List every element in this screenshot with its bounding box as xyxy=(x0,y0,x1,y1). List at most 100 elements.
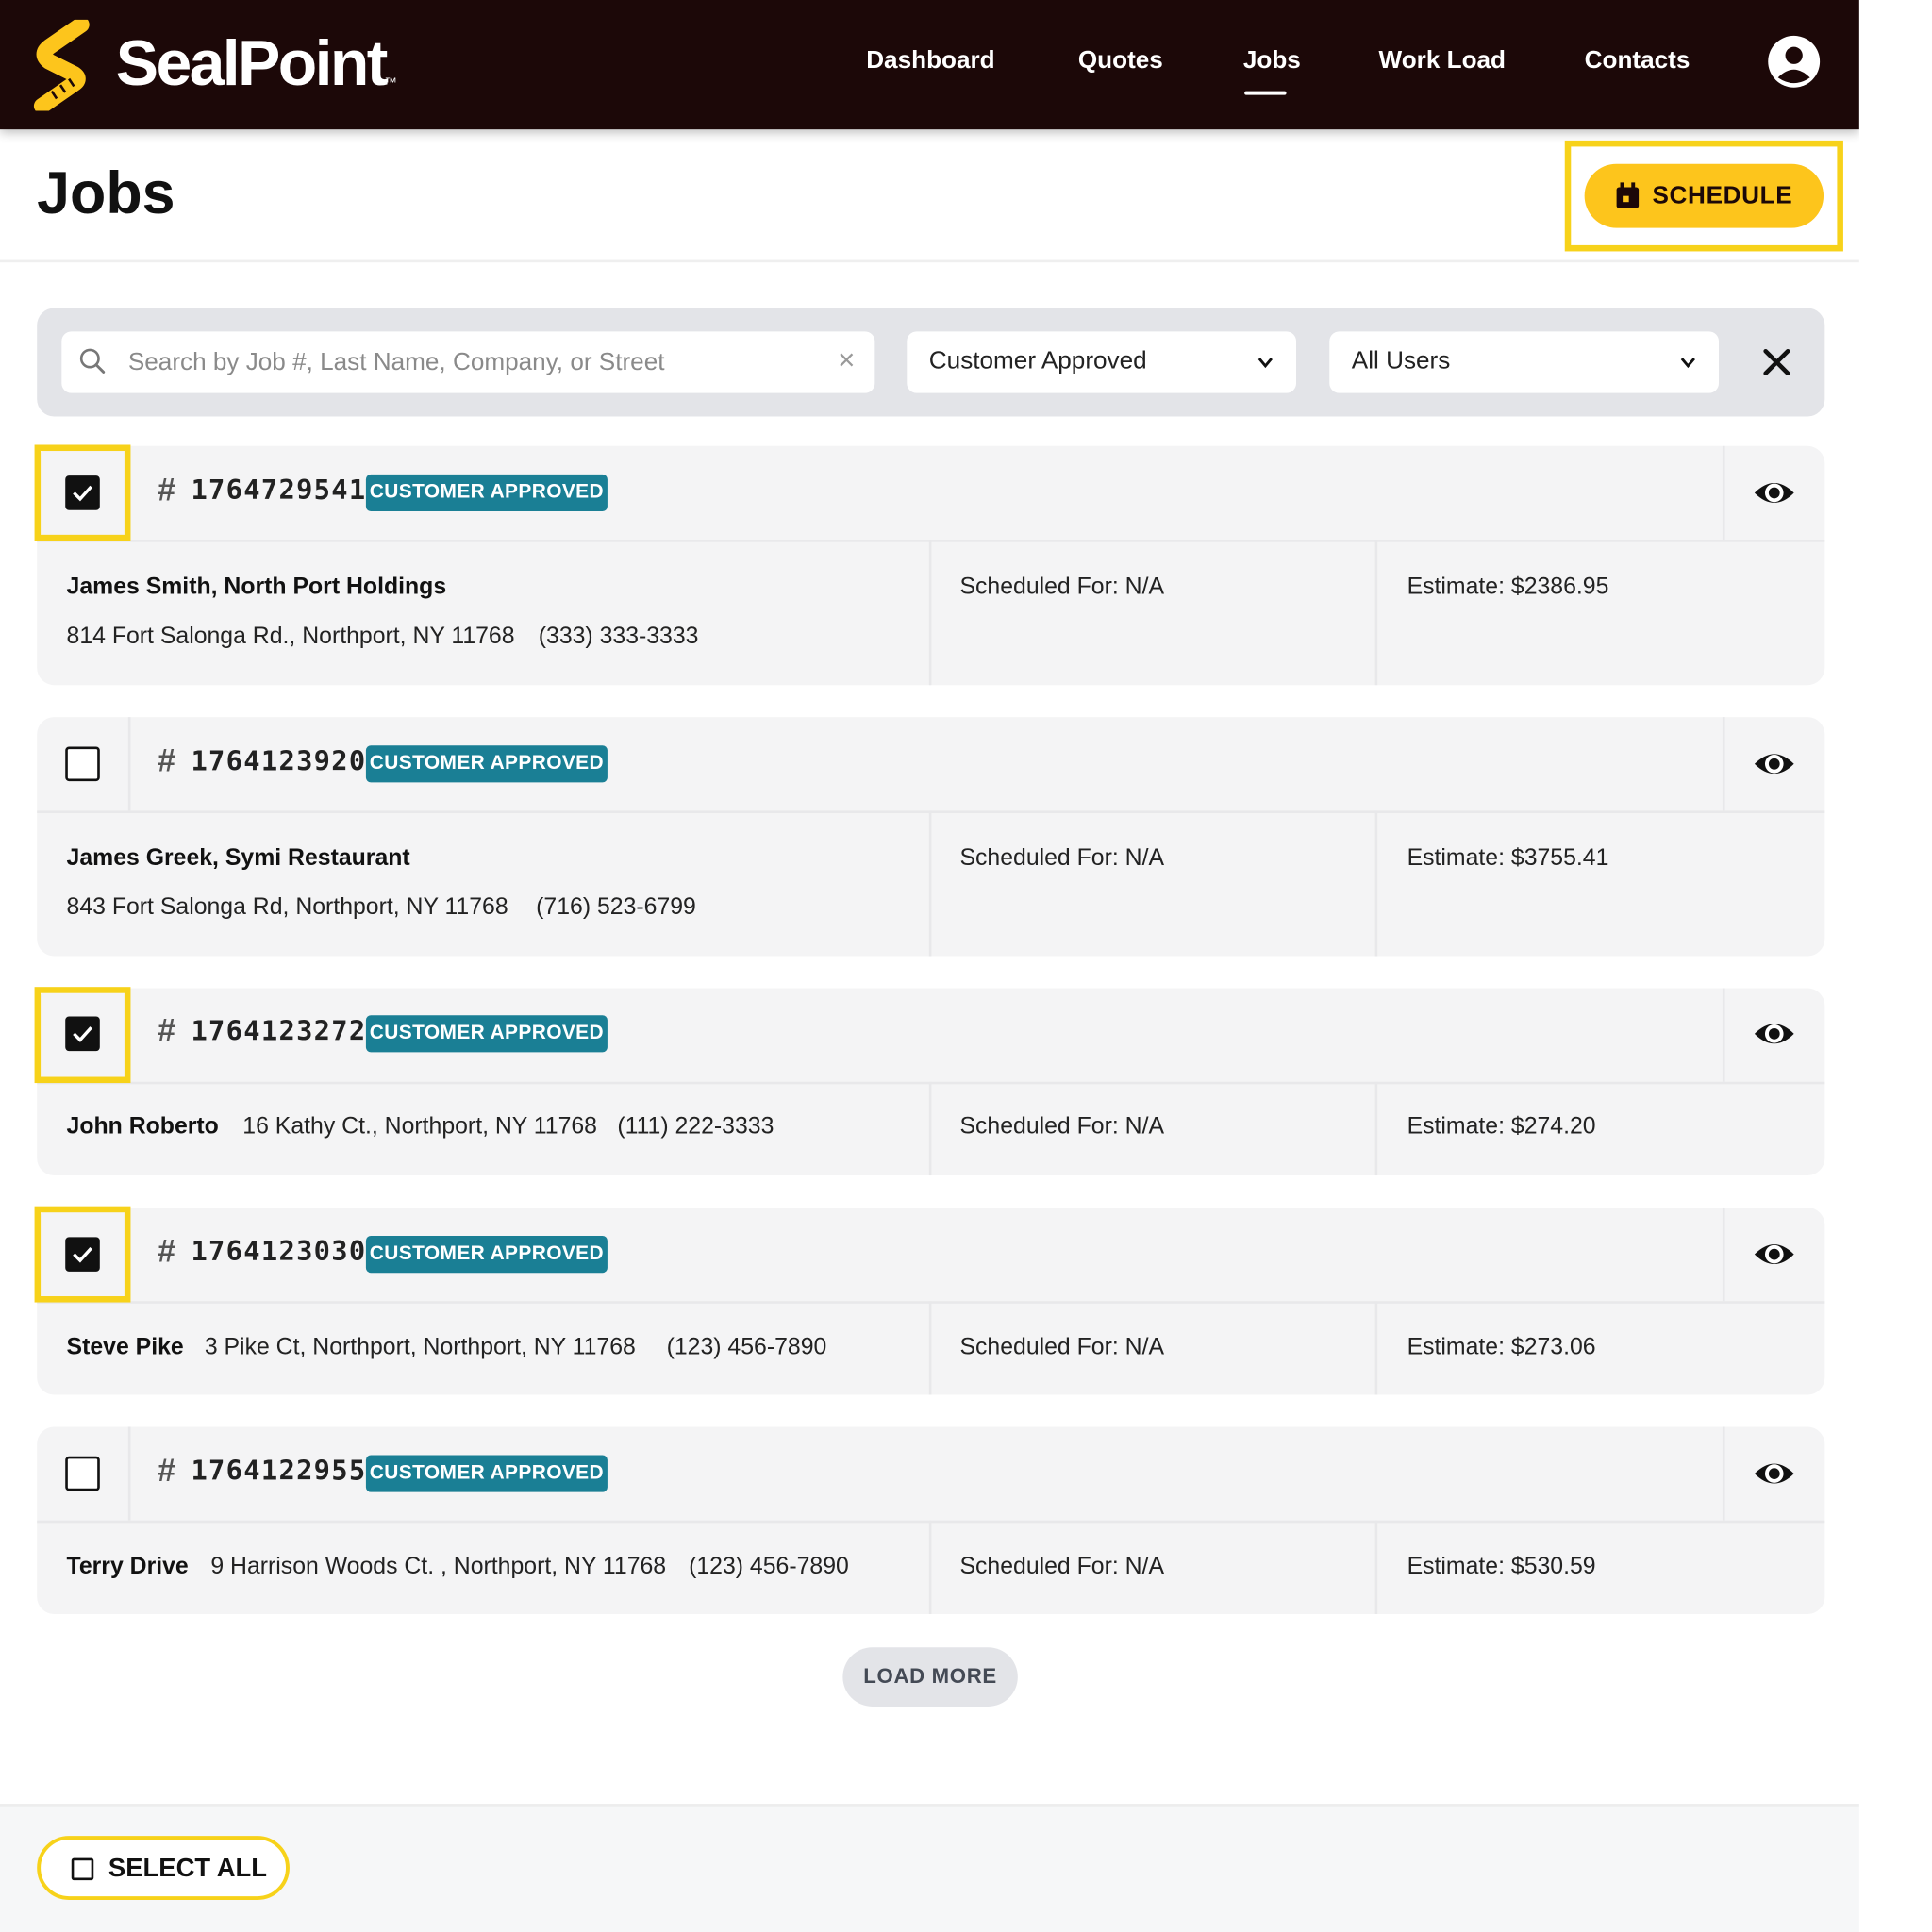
customer-phone: (716) 523-6799 xyxy=(536,894,696,921)
eye-icon[interactable] xyxy=(1752,1017,1796,1052)
card-divider xyxy=(928,1520,932,1614)
job-number[interactable]: 1764123920 xyxy=(191,746,366,777)
eye-icon[interactable] xyxy=(1752,1457,1796,1491)
user-filter-value: All Users xyxy=(1351,347,1451,375)
card-divider xyxy=(1722,988,1725,1082)
nav-jobs[interactable]: Jobs xyxy=(1243,47,1301,75)
estimate: Estimate: $2386.95 xyxy=(1407,574,1609,601)
load-more-button[interactable]: LOAD MORE xyxy=(842,1647,1018,1707)
hash-icon: # xyxy=(158,1232,176,1270)
customer-name: Steve Pike xyxy=(66,1334,184,1360)
status-badge: CUSTOMER APPROVED xyxy=(365,745,608,783)
brand-name: SealPoint xyxy=(115,28,389,100)
scheduled-for: Scheduled For: N/A xyxy=(959,574,1165,601)
chevron-down-icon xyxy=(1680,358,1695,369)
card-divider xyxy=(1374,1301,1378,1395)
customer-name: John Roberto xyxy=(66,1113,219,1141)
customer-address: 843 Fort Salonga Rd, Northport, NY 11768 xyxy=(66,894,508,921)
eye-icon[interactable] xyxy=(1752,475,1796,510)
checkbox-icon xyxy=(71,1857,94,1881)
brand-trademark: ™ xyxy=(384,75,397,91)
schedule-label: SCHEDULE xyxy=(1652,181,1793,209)
sealpoint-logo-icon xyxy=(33,19,90,111)
hash-icon: # xyxy=(158,470,176,508)
card-divider xyxy=(928,1301,932,1395)
job-number[interactable]: 1764123272 xyxy=(191,1017,366,1048)
scheduled-for: Scheduled For: N/A xyxy=(959,844,1165,872)
customer-name: Terry Drive xyxy=(66,1553,189,1580)
job-number[interactable]: 1764123030 xyxy=(191,1237,366,1268)
page-margin xyxy=(1858,0,1904,1932)
search-icon xyxy=(79,348,106,374)
job-checkbox[interactable] xyxy=(65,1237,100,1272)
select-all-label: SELECT ALL xyxy=(108,1854,268,1883)
status-badge: CUSTOMER APPROVED xyxy=(365,1236,608,1274)
checkmark-icon xyxy=(73,485,92,502)
card-divider xyxy=(1374,810,1378,957)
search-box[interactable]: × xyxy=(61,331,875,393)
customer-phone: (123) 456-7890 xyxy=(689,1553,849,1580)
nav-active-indicator xyxy=(1244,91,1287,95)
card-divider xyxy=(1722,1426,1725,1521)
card-divider xyxy=(928,540,932,686)
scheduled-for: Scheduled For: N/A xyxy=(959,1334,1165,1360)
nav-quotes[interactable]: Quotes xyxy=(1078,47,1163,75)
job-checkbox[interactable] xyxy=(65,1016,100,1052)
customer-phone: (333) 333-3333 xyxy=(538,623,699,650)
status-filter-select[interactable]: Customer Approved xyxy=(907,331,1297,393)
chevron-down-icon xyxy=(1257,358,1273,369)
estimate: Estimate: $273.06 xyxy=(1407,1334,1596,1360)
select-all-button[interactable]: SELECT ALL xyxy=(37,1836,290,1901)
clear-filters-icon[interactable] xyxy=(1759,345,1794,380)
nav-work-load[interactable]: Work Load xyxy=(1379,47,1506,75)
hash-icon: # xyxy=(158,1011,176,1049)
estimate: Estimate: $3755.41 xyxy=(1407,844,1609,872)
page-title: Jobs xyxy=(37,161,175,227)
status-badge: CUSTOMER APPROVED xyxy=(365,1455,608,1492)
card-divider xyxy=(1374,1081,1378,1176)
scheduled-for: Scheduled For: N/A xyxy=(959,1113,1165,1141)
job-number[interactable]: 1764729541 xyxy=(191,475,366,507)
hash-icon: # xyxy=(158,1451,176,1489)
estimate: Estimate: $530.59 xyxy=(1407,1553,1596,1580)
eye-icon[interactable] xyxy=(1752,1237,1796,1272)
scheduled-for: Scheduled For: N/A xyxy=(959,1553,1165,1580)
job-card xyxy=(37,1426,1825,1614)
job-card xyxy=(37,1207,1825,1395)
job-checkbox[interactable] xyxy=(65,1456,100,1491)
search-input[interactable] xyxy=(125,341,816,384)
nav-dashboard[interactable]: Dashboard xyxy=(866,47,994,75)
job-number[interactable]: 1764122955 xyxy=(191,1457,366,1488)
status-badge: CUSTOMER APPROVED xyxy=(365,1015,608,1053)
search-clear-icon[interactable]: × xyxy=(838,343,855,378)
schedule-button[interactable]: SCHEDULE xyxy=(1584,163,1824,228)
job-checkbox[interactable] xyxy=(65,746,100,782)
customer-phone: (123) 456-7890 xyxy=(666,1334,827,1360)
header-divider xyxy=(0,259,1859,263)
estimate: Estimate: $274.20 xyxy=(1407,1113,1596,1141)
nav-contacts[interactable]: Contacts xyxy=(1585,47,1690,75)
customer-address: 9 Harrison Woods Ct. , Northport, NY 117… xyxy=(210,1553,667,1580)
card-divider xyxy=(928,1081,932,1176)
card-divider xyxy=(1722,717,1725,811)
checkmark-icon xyxy=(73,1026,92,1042)
user-filter-select[interactable]: All Users xyxy=(1329,331,1720,393)
screen: SealPoint ™ Dashboard Quotes Jobs Work L… xyxy=(0,0,1932,1932)
checkmark-icon xyxy=(73,1246,92,1263)
user-circle-icon[interactable] xyxy=(1767,35,1821,89)
status-badge: CUSTOMER APPROVED xyxy=(365,474,608,512)
customer-address: 16 Kathy Ct., Northport, NY 11768 xyxy=(242,1113,597,1141)
customer-name: James Greek, Symi Restaurant xyxy=(66,844,410,872)
customer-name: James Smith, North Port Holdings xyxy=(66,574,447,601)
calendar-icon xyxy=(1616,182,1640,208)
card-divider xyxy=(1722,445,1725,541)
card-divider xyxy=(928,810,932,957)
job-checkbox[interactable] xyxy=(65,475,100,510)
customer-address: 3 Pike Ct, Northport, Northport, NY 1176… xyxy=(204,1334,636,1360)
eye-icon[interactable] xyxy=(1752,746,1796,781)
customer-address: 814 Fort Salonga Rd., Northport, NY 1176… xyxy=(66,623,515,650)
card-divider xyxy=(1374,1520,1378,1614)
hash-icon: # xyxy=(158,741,176,779)
app: SealPoint ™ Dashboard Quotes Jobs Work L… xyxy=(0,0,1904,1932)
card-divider xyxy=(127,1426,131,1521)
